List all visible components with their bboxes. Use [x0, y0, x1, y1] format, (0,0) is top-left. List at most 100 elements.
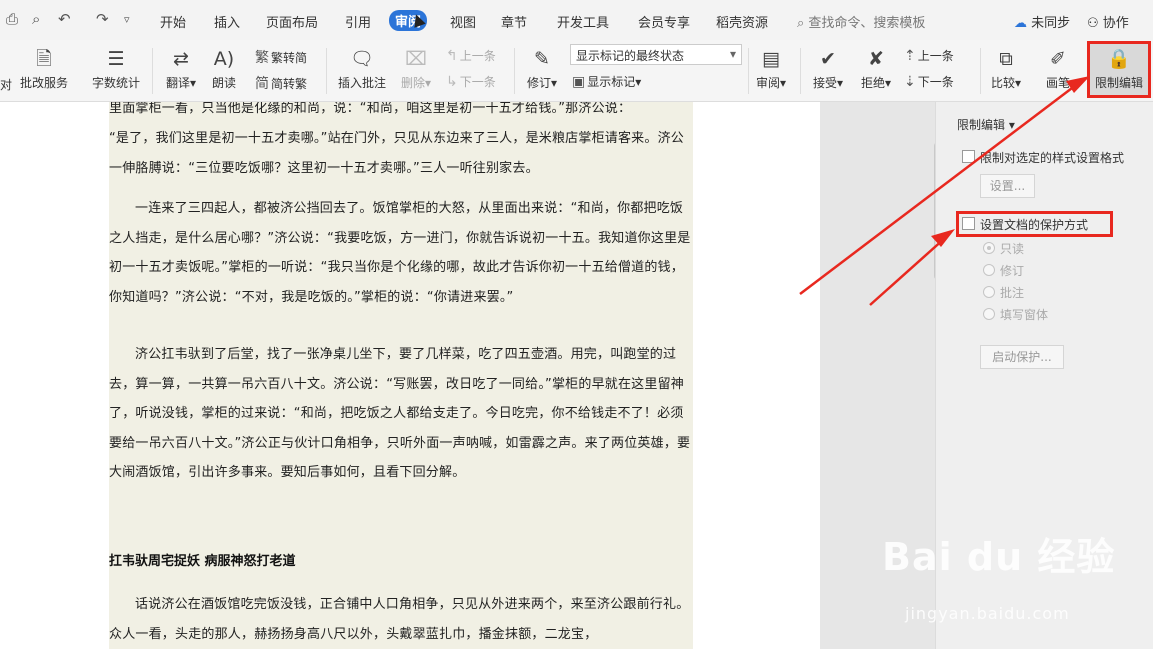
search-icon: ⌕	[797, 16, 805, 31]
compare-icon: ⧉	[999, 48, 1013, 70]
highlight-box-protection	[956, 211, 1113, 237]
review-pane-icon: ▤	[762, 48, 780, 70]
baidu-watermark: Bai du 经验	[882, 535, 1116, 579]
menu-dev-tools[interactable]: 开发工具	[557, 12, 609, 31]
menu-docer[interactable]: 稻壳资源	[716, 12, 768, 31]
revise-label: 修订	[526, 76, 551, 90]
radio-fill-form[interactable]	[983, 308, 995, 320]
sync-status[interactable]: ☁ 未同步	[1014, 12, 1070, 31]
doc-paragraph: 话说济公在酒饭馆吃完饭没钱，正合铺中人口角相争，只见从外进来两个，来至济公跟前行…	[109, 597, 690, 642]
word-count-icon: ☰	[107, 48, 125, 70]
pane-title[interactable]: 限制编辑 ▾	[957, 116, 1015, 133]
accept-icon: ✔	[820, 48, 836, 70]
customize-chevron-icon[interactable]: ▿	[124, 13, 130, 26]
prev-comment-icon: ↰	[446, 48, 458, 64]
pen-button[interactable]: ✐ 画笔	[1036, 46, 1080, 91]
ribbon-separator	[326, 48, 327, 94]
prev-change-button[interactable]: ⇡ 上一条	[904, 47, 954, 64]
compare-button[interactable]: ⧉ 比较▾	[986, 46, 1026, 91]
redo-icon[interactable]: ↷	[96, 10, 109, 28]
doc-paragraph: 济公扛韦驮到了后堂，找了一张净桌儿坐下，要了几样菜，吃了四五壶酒。用完，叫跑堂的…	[109, 347, 691, 480]
insert-comment-button[interactable]: 🗨 插入批注	[334, 46, 390, 91]
comment-add-icon: 🗨	[349, 48, 375, 70]
highlight-box-restrict	[1087, 41, 1151, 98]
ribbon-separator	[800, 48, 801, 94]
simp-convert-label: 简转繁	[271, 77, 308, 91]
delete-label: 删除	[400, 76, 425, 90]
sync-label: 未同步	[1031, 16, 1071, 31]
correct-service-button[interactable]: 🗎 批改服务	[18, 46, 70, 91]
reject-button[interactable]: ✘ 拒绝▾	[856, 46, 896, 91]
radio-revise[interactable]	[983, 264, 995, 276]
radio-readonly-label: 只读	[1000, 242, 1025, 256]
next-change-label: 下一条	[917, 75, 954, 89]
document-page[interactable]: 里面掌柜一看，只当他是化缘的和尚，说：“和尚，咱这里是初一十五才给钱。”那济公说…	[109, 102, 693, 649]
delete-comment-button[interactable]: ⌧ 删除▾	[396, 46, 436, 91]
start-protection-button[interactable]: 启动保护...	[980, 345, 1064, 369]
pen-label: 画笔	[1045, 76, 1070, 90]
show-marks-label: 显示标记	[587, 75, 636, 89]
translate-icon: ⇄	[173, 48, 189, 70]
collab-button[interactable]: ⚇ 协作	[1087, 12, 1129, 31]
radio-comment-label: 批注	[1000, 286, 1025, 300]
doc-paragraph: 里面掌柜一看，只当他是化缘的和尚，说：“和尚，咱这里是初一十五才给钱。”那济公说…	[109, 102, 632, 116]
ribbon-cut-off-label: 对	[0, 76, 12, 93]
print-icon[interactable]: ⎙	[6, 10, 18, 28]
radio-readonly[interactable]	[983, 242, 995, 254]
comment-delete-icon: ⌧	[405, 48, 427, 70]
trad-convert-label: 繁转简	[271, 51, 308, 65]
revise-button[interactable]: ✎ 修订▾	[522, 46, 562, 91]
next-change-button[interactable]: ⇣ 下一条	[904, 73, 954, 90]
display-mode-select[interactable]: 显示标记的最终状态 ▾	[570, 44, 742, 65]
menu-start[interactable]: 开始	[160, 12, 186, 31]
menu-references[interactable]: 引用	[345, 12, 371, 31]
prev-comment-button[interactable]: ↰ 上一条	[446, 47, 496, 64]
radio-comment[interactable]	[983, 286, 995, 298]
accept-label: 接受	[812, 76, 837, 90]
style-restrict-checkbox[interactable]	[962, 150, 975, 163]
reject-label: 拒绝	[860, 76, 885, 90]
simp-to-trad-button[interactable]: 简简转繁	[255, 73, 307, 93]
trad-simp-icon: 繁	[255, 50, 269, 66]
command-search[interactable]: ⌕ 查找命令、搜索模板	[797, 12, 925, 31]
ribbon-separator	[514, 48, 515, 94]
show-marks-icon: ▣	[572, 74, 586, 90]
next-change-icon: ⇣	[904, 74, 916, 90]
radio-revise-label: 修订	[1000, 264, 1025, 278]
menu-member[interactable]: 会员专享	[638, 12, 690, 31]
menu-chapter[interactable]: 章节	[501, 12, 527, 31]
show-marks-button[interactable]: ▣ 显示标记▾	[572, 73, 641, 90]
prev-change-label: 上一条	[917, 49, 954, 63]
insert-comment-label: 插入批注	[337, 76, 386, 90]
doc-paragraph: “是了，我们这里是初一十五才卖哪。”站在门外，只见从东边来了三人，是米粮店掌柜请…	[109, 131, 684, 176]
menu-page-layout[interactable]: 页面布局	[266, 12, 318, 31]
print-preview-icon[interactable]: ⌕	[32, 10, 40, 28]
cut-off-text: 对	[0, 78, 13, 92]
speaker-icon: A)	[213, 48, 235, 70]
user-add-icon: ⚇	[1087, 16, 1099, 31]
word-count-button[interactable]: ☰ 字数统计	[88, 46, 144, 91]
ribbon-separator	[748, 48, 749, 94]
next-comment-icon: ↳	[446, 74, 458, 90]
correct-doc-icon: 🗎	[36, 48, 52, 70]
review-pane-button[interactable]: ▤ 审阅▾	[752, 46, 790, 91]
accept-button[interactable]: ✔ 接受▾	[808, 46, 848, 91]
word-count-label: 字数统计	[91, 76, 140, 90]
correct-service-label: 批改服务	[19, 76, 68, 90]
compare-label: 比较	[990, 76, 1015, 90]
translate-button[interactable]: ⇄ 翻译▾	[160, 46, 202, 91]
chapter-heading: 扛韦驮周宅捉妖 病服神怒打老道	[109, 554, 296, 569]
read-aloud-button[interactable]: A) 朗读	[206, 46, 242, 91]
menu-insert[interactable]: 插入	[214, 12, 240, 31]
next-comment-label: 下一条	[459, 75, 496, 89]
display-mode-value: 显示标记的最终状态	[576, 49, 685, 63]
next-comment-button[interactable]: ↳ 下一条	[446, 73, 496, 90]
undo-icon[interactable]: ↶	[58, 10, 71, 28]
settings-button[interactable]: 设置...	[980, 174, 1035, 198]
menu-view[interactable]: 视图	[450, 12, 476, 31]
translate-label: 翻译	[165, 76, 190, 90]
prev-comment-label: 上一条	[459, 49, 496, 63]
read-aloud-label: 朗读	[211, 76, 236, 90]
style-restrict-label: 限制对选定的样式设置格式	[980, 151, 1125, 165]
trad-to-simp-button[interactable]: 繁繁转简	[255, 47, 307, 67]
